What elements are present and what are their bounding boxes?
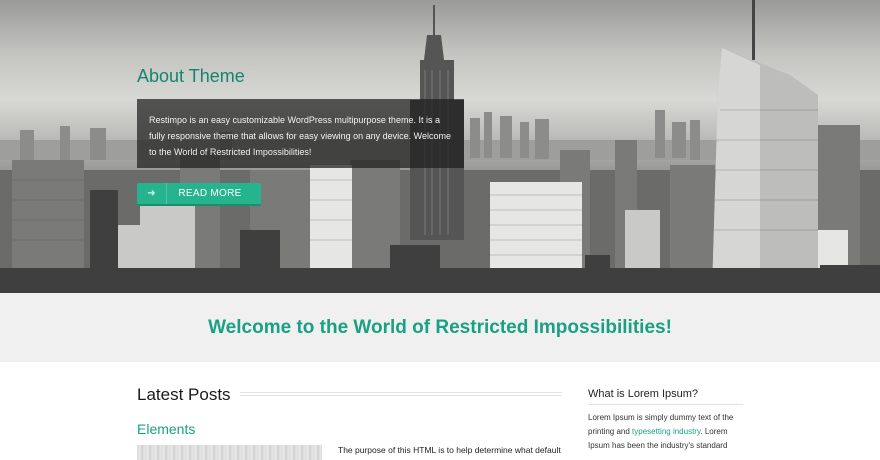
read-more-label: READ MORE (178, 188, 242, 199)
post-title-link[interactable]: Elements (137, 421, 195, 437)
sidebar-link[interactable]: typesetting industry (632, 427, 700, 436)
sidebar-widget-title: What is Lorem Ipsum? (588, 388, 699, 400)
sidebar-divider (588, 404, 743, 405)
hero-description: Restimpo is an easy customizable WordPre… (149, 115, 451, 157)
hero-title: About Theme (137, 66, 245, 86)
arrow-right-icon: ➜ (137, 183, 167, 204)
read-more-button[interactable]: ➜ READ MORE (137, 183, 261, 206)
welcome-headline: Welcome to the World of Restricted Impos… (208, 316, 672, 338)
latest-posts-heading: Latest Posts (137, 385, 231, 404)
hero-banner: About Theme Restimpo is an easy customiz… (0, 0, 880, 293)
post-excerpt: The purpose of this HTML is to help dete… (338, 445, 561, 455)
hero-description-box: Restimpo is an easy customizable WordPre… (137, 99, 464, 168)
welcome-band: Welcome to the World of Restricted Impos… (0, 293, 880, 362)
latest-posts-divider (240, 392, 562, 396)
sidebar-widget-text: Lorem Ipsum is simply dummy text of the … (588, 411, 738, 453)
post-thumbnail[interactable] (137, 445, 322, 460)
